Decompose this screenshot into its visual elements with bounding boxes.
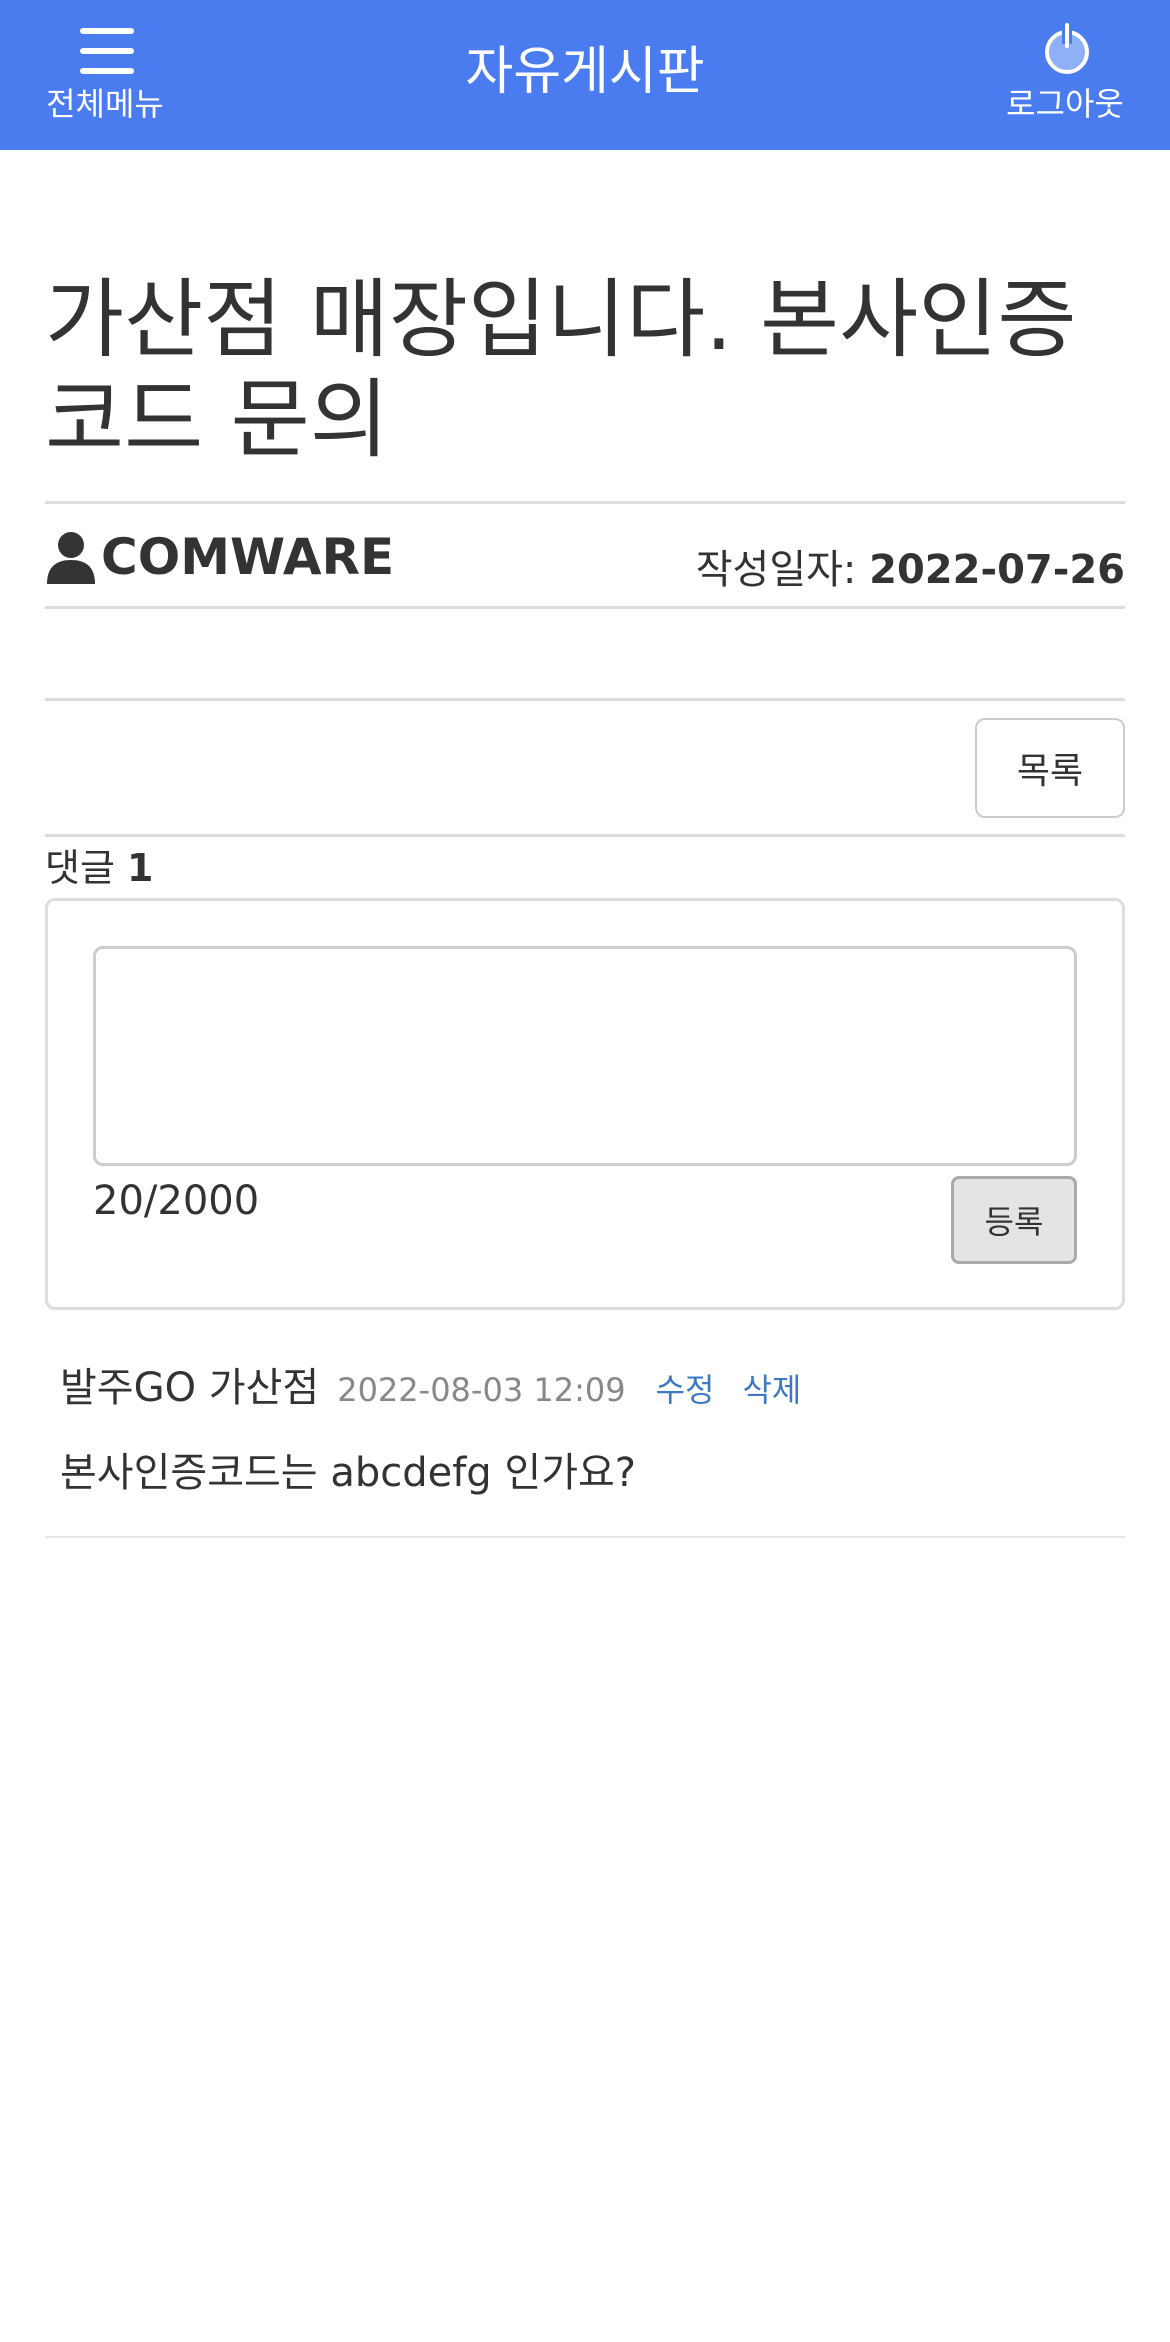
comment-author: 발주GO 가산점 — [60, 1365, 320, 1411]
top-header: 전체메뉴 자유게시판 로그아웃 — [0, 0, 1170, 150]
hamburger-icon — [80, 26, 134, 76]
logout-label: 로그아웃 — [1006, 85, 1124, 123]
divider — [45, 1536, 1125, 1538]
list-button[interactable]: 목록 — [975, 718, 1125, 818]
all-menu-label: 전체메뉴 — [46, 85, 164, 123]
comment-item: 발주GO 가산점 2022-08-03 12:09 수정 삭제 본사인증코드는 … — [45, 1340, 1125, 1540]
divider — [45, 698, 1125, 701]
comment-count: 댓글 1 — [45, 840, 153, 896]
comment-count-value: 1 — [127, 846, 154, 890]
char-counter: 20/2000 — [93, 1178, 260, 1224]
comment-form: 20/2000 등록 — [45, 898, 1125, 1310]
comment-count-label: 댓글 — [45, 846, 115, 890]
delete-comment-link[interactable]: 삭제 — [742, 1365, 801, 1411]
page-title: 자유게시판 — [465, 42, 705, 102]
date-label: 작성일자: — [695, 547, 857, 593]
power-icon — [1045, 22, 1089, 74]
comment-text: 본사인증코드는 abcdefg 인가요? — [60, 1450, 637, 1496]
logout-button[interactable]: 로그아웃 — [990, 18, 1140, 128]
author-name: COMWARE — [101, 528, 395, 586]
divider — [45, 606, 1125, 609]
divider — [45, 501, 1125, 504]
post-author: COMWARE — [45, 522, 394, 592]
comment-input[interactable] — [93, 946, 1077, 1166]
post-date: 작성일자: 2022-07-26 — [696, 540, 1125, 600]
edit-comment-link[interactable]: 수정 — [656, 1365, 715, 1411]
comment-meta: 발주GO 가산점 2022-08-03 12:09 수정 삭제 — [60, 1360, 801, 1416]
submit-comment-button[interactable]: 등록 — [951, 1176, 1077, 1264]
date-value: 2022-07-26 — [869, 547, 1125, 593]
divider — [45, 834, 1125, 837]
post-title: 가산점 매장입니다. 본사인증코드 문의 — [45, 270, 1077, 470]
all-menu-button[interactable]: 전체메뉴 — [30, 18, 180, 128]
user-icon — [47, 532, 95, 584]
comment-date: 2022-08-03 12:09 — [337, 1371, 626, 1409]
